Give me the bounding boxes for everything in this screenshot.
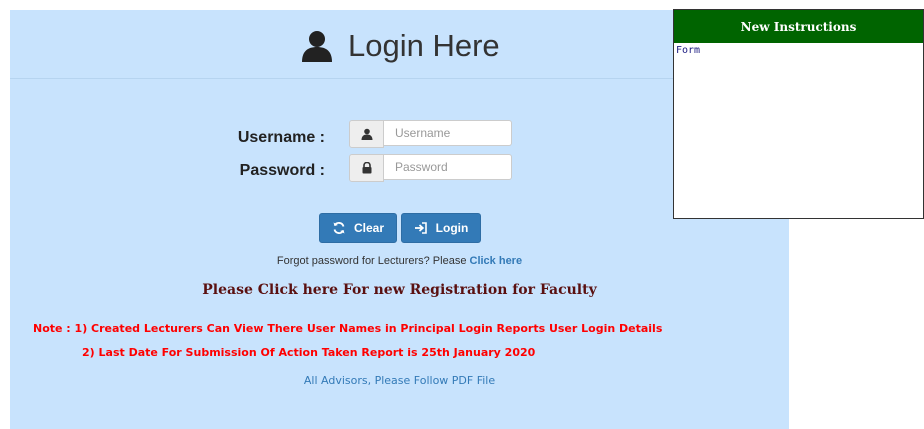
forgot-password-prompt: Forgot password for Lecturers? Please xyxy=(276,255,470,267)
note-line-2: 2) Last Date For Submission Of Action Ta… xyxy=(82,346,536,359)
forgot-password-link[interactable]: Click here xyxy=(470,255,523,267)
advisors-pdf-link[interactable]: All Advisors, Please Follow PDF File xyxy=(10,374,789,387)
user-icon xyxy=(302,31,332,62)
refresh-icon xyxy=(333,222,345,234)
forgot-password-text: Forgot password for Lecturers? Please Cl… xyxy=(10,255,789,267)
instructions-title: New Instructions xyxy=(674,10,923,43)
username-input[interactable] xyxy=(384,120,512,146)
page-title: Login Here xyxy=(348,28,500,63)
password-group xyxy=(349,154,512,182)
sign-in-icon xyxy=(414,222,427,234)
login-button-label: Login xyxy=(435,221,469,235)
login-button[interactable]: Login xyxy=(401,213,481,243)
note-line-1: Note : 1) Created Lecturers Can View The… xyxy=(33,322,663,335)
faculty-registration-link[interactable]: Please Click here For new Registration f… xyxy=(10,282,789,298)
password-label: Password : xyxy=(239,162,325,179)
lock-icon xyxy=(362,162,371,174)
instructions-box: New Instructions Form xyxy=(673,9,924,219)
username-label: Username : xyxy=(237,129,325,146)
user-icon xyxy=(361,128,372,140)
clear-button-label: Clear xyxy=(353,221,385,235)
clear-button[interactable]: Clear xyxy=(319,213,397,243)
username-group xyxy=(349,120,512,148)
username-addon xyxy=(349,120,384,148)
password-addon xyxy=(349,154,384,182)
login-title: Login Here xyxy=(300,28,500,64)
instructions-body: Form xyxy=(676,45,701,56)
password-input[interactable] xyxy=(384,154,512,180)
